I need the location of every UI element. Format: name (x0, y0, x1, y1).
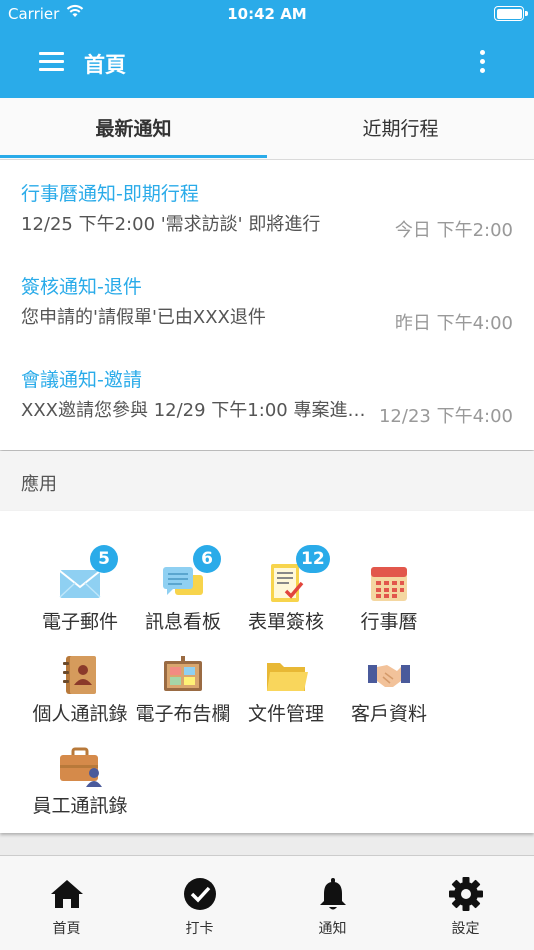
top-header: Carrier 10:42 AM 首頁 (0, 0, 534, 98)
nav-settings[interactable]: 設定 (399, 856, 532, 950)
notification-time: 今日 下午2:00 (394, 220, 513, 241)
briefcase-employee-icon (60, 747, 102, 787)
more-vertical-icon[interactable] (472, 50, 492, 76)
notification-item[interactable]: 會議通知-邀請 XXX邀請您參與 12/29 下午1:00 專案進度會議 12/… (0, 346, 534, 439)
bottom-navigation: 首頁 打卡 通知 設定 (0, 855, 534, 950)
notification-item[interactable]: 簽核通知-退件 您申請的'請假單'已由XXX退件 昨日 下午4:00 (0, 253, 534, 346)
nav-label: 通知 (318, 921, 347, 937)
apps-grid: 5 電子郵件 6 訊息看板 12 表單簽核 行事曆 個人通訊錄 電子布告欄 文件… (0, 511, 534, 833)
notification-list: 行事曆通知-即期行程 12/25 下午2:00 '需求訪談' 即將進行 今日 下… (0, 160, 534, 450)
app-form-approval[interactable]: 12 表單簽核 (232, 545, 340, 641)
tab-latest-notifications[interactable]: 最新通知 (0, 98, 267, 160)
app-customer-data[interactable]: 客戶資料 (335, 653, 443, 733)
app-label: 電子郵件 (41, 611, 118, 633)
notification-time: 昨日 下午4:00 (394, 313, 513, 334)
app-calendar[interactable]: 行事曆 (335, 561, 443, 641)
battery-icon (494, 6, 528, 21)
app-employee-directory[interactable]: 員工通訊錄 (26, 745, 134, 825)
active-tab-indicator (0, 155, 267, 158)
calendar-icon (371, 567, 407, 601)
app-document-management[interactable]: 文件管理 (232, 653, 340, 733)
apps-section-header: 應用 (0, 451, 534, 511)
nav-label: 設定 (451, 921, 480, 937)
nav-label: 首頁 (52, 921, 81, 937)
app-label: 客戶資料 (350, 703, 427, 725)
nav-check-in[interactable]: 打卡 (133, 856, 266, 950)
app-personal-contacts[interactable]: 個人通訊錄 (26, 653, 134, 733)
app-label: 表單簽核 (247, 611, 324, 633)
app-label: 行事曆 (360, 611, 418, 633)
notification-body: 您申請的'請假單'已由XXX退件 (21, 307, 266, 328)
notification-title: 會議通知-邀請 (21, 369, 142, 391)
notification-body: 12/25 下午2:00 '需求訪談' 即將進行 (21, 214, 321, 235)
bell-icon (320, 878, 346, 910)
gear-icon (449, 877, 483, 911)
notification-title: 行事曆通知-即期行程 (21, 183, 199, 205)
clock-time: 10:42 AM (227, 5, 307, 23)
notification-time: 12/23 下午4:00 (378, 406, 513, 427)
unread-badge: 6 (193, 545, 221, 573)
app-label: 電子布告欄 (135, 703, 231, 725)
app-label: 訊息看板 (144, 611, 221, 633)
notification-title: 簽核通知-退件 (21, 276, 142, 298)
check-circle-icon (184, 878, 216, 910)
app-label: 員工通訊錄 (32, 795, 128, 817)
home-icon (51, 880, 83, 908)
hamburger-menu-icon[interactable] (39, 52, 64, 72)
unread-badge: 12 (296, 545, 330, 573)
apps-section-title: 應用 (21, 474, 57, 495)
app-label: 個人通訊錄 (32, 703, 128, 725)
nav-notifications[interactable]: 通知 (266, 856, 399, 950)
app-message-board[interactable]: 6 訊息看板 (129, 545, 237, 641)
tab-upcoming-schedule[interactable]: 近期行程 (267, 98, 534, 160)
bulletin-board-icon (164, 656, 202, 691)
app-label: 文件管理 (247, 703, 324, 725)
nav-home[interactable]: 首頁 (0, 856, 133, 950)
address-book-icon (63, 656, 96, 694)
notification-item[interactable]: 行事曆通知-即期行程 12/25 下午2:00 '需求訪談' 即將進行 今日 下… (0, 160, 534, 253)
unread-badge: 5 (90, 545, 118, 573)
notification-body: XXX邀請您參與 12/29 下午1:00 專案進度會議 (21, 400, 371, 421)
app-email[interactable]: 5 電子郵件 (26, 545, 134, 641)
page-title: 首頁 (84, 53, 126, 77)
nav-label: 打卡 (185, 921, 214, 937)
handshake-icon (368, 665, 410, 687)
folder-icon (267, 663, 308, 691)
app-bar: 首頁 (0, 28, 534, 98)
app-bulletin-board[interactable]: 電子布告欄 (129, 653, 237, 733)
tab-bar: 最新通知 近期行程 (0, 98, 534, 160)
status-bar: Carrier 10:42 AM (0, 0, 534, 28)
